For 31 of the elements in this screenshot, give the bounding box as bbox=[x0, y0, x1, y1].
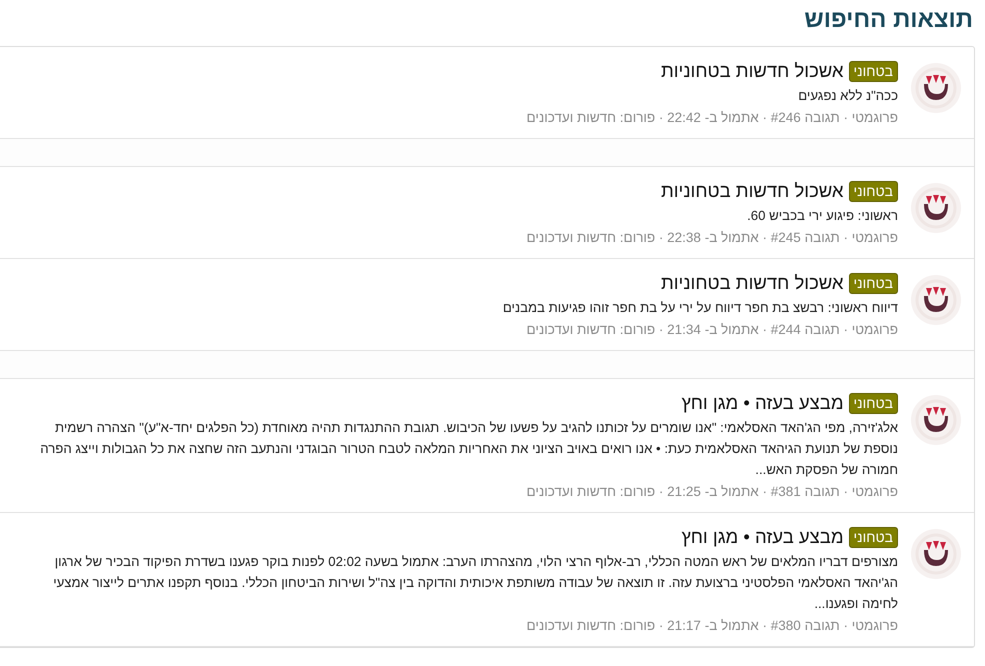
search-result[interactable]: בטחוני אשכול חדשות בטחוניות ראשוני: פיגוע ירי בכביש 60. פרוגמטי · תגובה #245 · אתמול ב- 22:38 · פורום: חדשות ועדכונים bbox=[0, 167, 974, 259]
thread-title-link[interactable]: אשכול חדשות בטחוניות bbox=[660, 271, 844, 295]
result-meta: פרוגמטי · תגובה #381 · אתמול ב- 21:25 · פורום: חדשות ועדכונים bbox=[526, 483, 898, 501]
result-meta: פרוגמטי · תגובה #244 · אתמול ב- 21:34 · פורום: חדשות ועדכונים bbox=[526, 321, 898, 339]
forum-logo-icon bbox=[910, 182, 962, 234]
result-snippet: לחימה ופגענו... bbox=[813, 595, 898, 613]
category-tag: בטחוני bbox=[848, 272, 898, 294]
result-snippet: נוספת של תנועת הגיהאד האסלאמית כעת: • אנו רואים באויב הציוני את האחריות המלאה לטבח הטרור הבוגדני והנתעב הזה שחצה את כל הגבולות וייצג הפרה bbox=[40, 440, 898, 458]
result-snippet: דיווח ראשוני: רבשצ בת חפר דיווח על ירי על בת חפר זוהו פגיעות במבנים bbox=[502, 299, 898, 317]
category-tag: בטחוני bbox=[848, 392, 898, 414]
result-snippet: מצורפים דבריו המלאים של ראש המטה הכללי, רב-אלוף הרצי הלוי, מהצהרתו הערב: אתמול בשעה 02:02 לפנות בוקר פגענו בשדרת הפיקוד הבכיר של ארגון bbox=[54, 553, 898, 571]
thread-title-link[interactable]: מבצע בעזה • מגן וחץ bbox=[681, 391, 844, 415]
category-tag: בטחוני bbox=[848, 60, 898, 82]
thread-title-link[interactable]: אשכול חדשות בטחוניות bbox=[660, 179, 844, 203]
result-meta: פרוגמטי · תגובה #245 · אתמול ב- 22:38 · פורום: חדשות ועדכונים bbox=[526, 229, 898, 247]
forum-logo-icon bbox=[910, 62, 962, 114]
thread-title-link[interactable]: אשכול חדשות בטחוניות bbox=[660, 59, 844, 83]
page-title: תוצאות החיפוש bbox=[803, 5, 974, 35]
forum-logo-icon bbox=[910, 274, 962, 326]
result-snippet: ככה"נ ללא נפגעים bbox=[797, 87, 898, 105]
result-meta: פרוגמטי · תגובה #380 · אתמול ב- 21:17 · פורום: חדשות ועדכונים bbox=[526, 617, 898, 635]
thread-title-link[interactable]: מבצע בעזה • מגן וחץ bbox=[681, 525, 844, 549]
forum-logo-icon bbox=[910, 394, 962, 446]
result-snippet: חמורה של הפסקת האש... bbox=[754, 461, 898, 479]
category-tag: בטחוני bbox=[848, 526, 898, 548]
result-snippet: ראשוני: פיגוע ירי בכביש 60. bbox=[746, 207, 898, 225]
category-tag: בטחוני bbox=[848, 180, 898, 202]
result-meta: פרוגמטי · תגובה #246 · אתמול ב- 22:42 · פורום: חדשות ועדכונים bbox=[526, 109, 898, 127]
result-snippet: אלג'זירה, מפי הג'האד האסלאמי: "אנו שומרים על זכותנו להגיב על פשעו של הכיבוש. תגובת ההתנגדות תהיה מאוחדת (כל הפלגים יחד-א"ע)" הצהרה רשמית bbox=[54, 419, 898, 437]
result-snippet: הג'יהאד האסלאמי הפלסטיני ברצועת עזה. זו תוצאה של עבודה משותפת איכותית והדוקה בין צה"ל ושירות הביטחון הכללי. בנוסף תקפנו אתרים לייצור אמצעי bbox=[53, 574, 898, 592]
forum-logo-icon bbox=[910, 528, 962, 580]
